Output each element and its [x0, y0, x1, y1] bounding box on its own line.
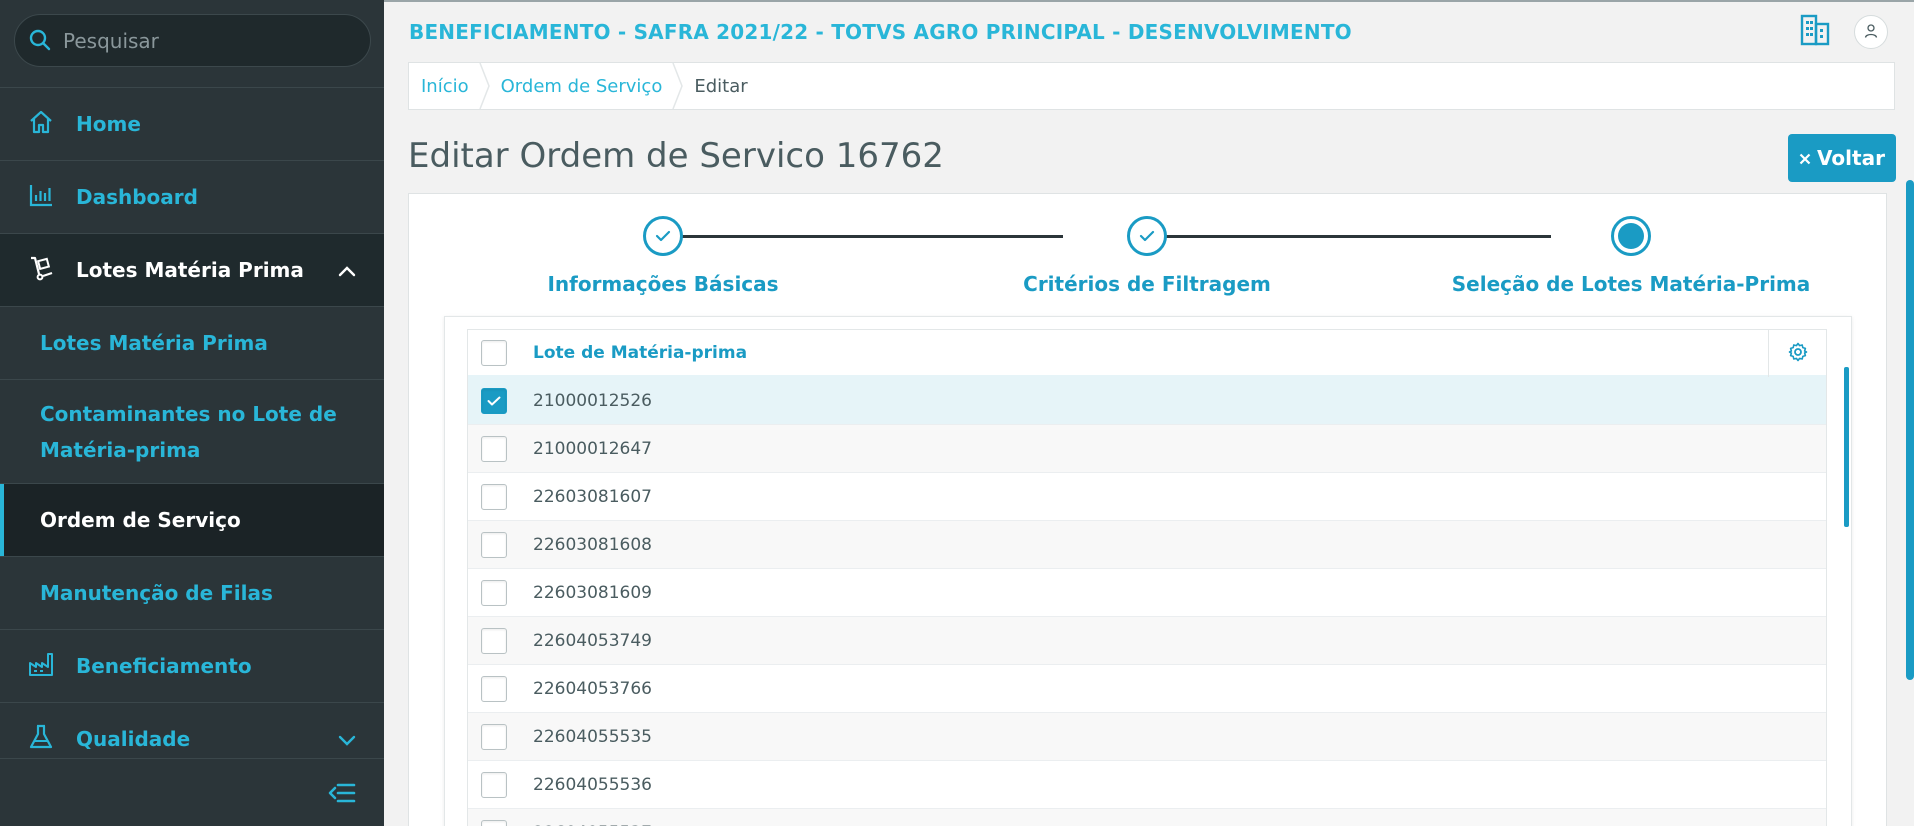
sidebar-item-home[interactable]: Home — [0, 87, 384, 160]
search-input[interactable] — [63, 15, 353, 66]
row-checkbox[interactable] — [481, 435, 507, 462]
chevron-down-icon — [338, 727, 356, 751]
row-checkbox[interactable] — [481, 579, 507, 606]
sidebar-item-label: Qualidade — [76, 727, 191, 751]
column-header-lote[interactable]: Lote de Matéria-prima — [533, 343, 747, 363]
stepper-connector — [663, 235, 1063, 238]
select-all-checkbox[interactable] — [481, 339, 507, 366]
search-icon — [29, 29, 51, 55]
gear-icon — [1788, 342, 1808, 366]
breadcrumb-label: Início — [421, 75, 469, 97]
lote-cell: 21000012647 — [533, 438, 652, 459]
sidebar-subitem-manutencao-de-filas[interactable]: Manutenção de Filas — [0, 556, 384, 629]
sidebar-item-label: Dashboard — [76, 185, 198, 209]
sidebar-subitem-contaminantes[interactable]: Contaminantes no Lote de Matéria-prima — [0, 379, 384, 483]
row-checkbox[interactable] — [481, 483, 507, 510]
table-row[interactable]: 22604053749 — [468, 617, 1826, 665]
lote-cell: 22604055537 — [533, 823, 652, 826]
lote-cell: 22603081607 — [533, 486, 652, 507]
page-scrollbar[interactable] — [1906, 180, 1914, 680]
table-row[interactable]: 22604055537 — [468, 809, 1826, 826]
check-icon — [487, 396, 501, 405]
lote-cell: 22604053749 — [533, 630, 652, 651]
row-checkbox[interactable] — [481, 627, 507, 654]
stepper-step-2[interactable] — [1127, 216, 1167, 256]
table-body: 21000012526 21000012647 22603081607 2260308… — [468, 377, 1826, 826]
back-button[interactable]: Voltar — [1788, 134, 1896, 182]
breadcrumb-item-ordem-de-servico[interactable]: Ordem de Serviço — [489, 63, 684, 109]
table-row[interactable]: 22603081607 — [468, 473, 1826, 521]
lote-cell: 22604055536 — [533, 774, 652, 795]
chevron-up-icon — [338, 258, 356, 282]
current-step-dot — [1618, 223, 1644, 249]
row-checkbox[interactable] — [481, 771, 507, 798]
check-icon — [1139, 227, 1155, 246]
user-icon — [1864, 23, 1878, 42]
factory-icon — [28, 651, 54, 682]
table-row[interactable]: 22604055535 — [468, 713, 1826, 761]
breadcrumb-label: Editar — [694, 75, 748, 97]
sidebar-subitem-label: Lotes Matéria Prima — [40, 331, 268, 355]
row-checkbox[interactable] — [481, 387, 507, 414]
table-row[interactable]: 22603081608 — [468, 521, 1826, 569]
sidebar-footer — [0, 758, 384, 826]
table-header: Lote de Matéria-prima — [468, 330, 1826, 377]
stepper-label: Informações Básicas — [547, 272, 779, 296]
sidebar-item-beneficiamento[interactable]: Beneficiamento — [0, 629, 384, 702]
row-checkbox[interactable] — [481, 531, 507, 558]
sidebar-subitem-label: Contaminantes no Lote de Matéria-prima — [40, 401, 337, 462]
sidebar-item-label: Beneficiamento — [76, 654, 252, 678]
sidebar-item-dashboard[interactable]: Dashboard — [0, 160, 384, 233]
page-title: Editar Ordem de Servico 16762 — [408, 136, 944, 176]
search-box — [14, 14, 371, 67]
flask-icon — [28, 724, 54, 755]
stepper-connector — [1147, 235, 1551, 238]
sidebar-subitem-label: Manutenção de Filas — [40, 581, 273, 605]
lote-cell: 22604055535 — [533, 726, 652, 747]
top-header: BENEFICIAMENTO - SAFRA 2021/22 - TOTVS A… — [384, 0, 1914, 64]
chart-icon — [28, 182, 54, 213]
breadcrumb: Início Ordem de Serviço Editar — [408, 62, 1895, 110]
close-icon — [1799, 146, 1811, 170]
sidebar-item-lotes-materia-prima[interactable]: Lotes Matéria Prima — [0, 233, 384, 306]
stepper-label: Critérios de Filtragem — [1023, 272, 1271, 296]
sidebar: Home Dashboard Lotes Matéria Prima Lotes… — [0, 0, 384, 826]
table-container: Lote de Matéria-prima 21000012526 2100001… — [444, 316, 1852, 826]
table-row[interactable]: 21000012647 — [468, 425, 1826, 473]
table-row[interactable]: 21000012526 — [468, 377, 1826, 425]
sidebar-subitem-lotes-materia-prima[interactable]: Lotes Matéria Prima — [0, 306, 384, 379]
sidebar-item-label: Home — [76, 112, 141, 136]
back-button-label: Voltar — [1817, 146, 1885, 170]
building-icon[interactable] — [1800, 14, 1830, 50]
check-icon — [655, 227, 671, 246]
lots-table: Lote de Matéria-prima 21000012526 2100001… — [467, 329, 1827, 826]
row-checkbox[interactable] — [481, 819, 507, 826]
user-avatar-button[interactable] — [1854, 15, 1888, 49]
row-checkbox[interactable] — [481, 675, 507, 702]
collapse-menu-icon[interactable] — [328, 781, 356, 809]
breadcrumb-label: Ordem de Serviço — [500, 75, 663, 97]
sidebar-subitem-label: Ordem de Serviço — [40, 508, 241, 532]
sidebar-subitem-ordem-de-servico[interactable]: Ordem de Serviço — [0, 483, 384, 556]
lote-cell: 22604053766 — [533, 678, 652, 699]
sidebar-item-label: Lotes Matéria Prima — [76, 258, 304, 282]
table-row[interactable]: 22603081609 — [468, 569, 1826, 617]
main-card: Informações Básicas Critérios de Filtrag… — [408, 193, 1887, 826]
breadcrumb-item-inicio[interactable]: Início — [409, 63, 490, 109]
table-row[interactable]: 22604053766 — [468, 665, 1826, 713]
stepper-step-3[interactable] — [1611, 216, 1651, 256]
stepper-step-1[interactable] — [643, 216, 683, 256]
table-row[interactable]: 22604055536 — [468, 761, 1826, 809]
table-scrollbar[interactable] — [1844, 367, 1849, 527]
table-settings-button[interactable] — [1768, 330, 1826, 377]
lote-cell: 21000012526 — [533, 390, 652, 411]
lote-cell: 22603081608 — [533, 534, 652, 555]
row-checkbox[interactable] — [481, 723, 507, 750]
hand-truck-icon — [28, 255, 54, 286]
stepper-label: Seleção de Lotes Matéria-Prima — [1451, 272, 1811, 296]
home-icon — [28, 109, 54, 140]
lote-cell: 22603081609 — [533, 582, 652, 603]
app-title: BENEFICIAMENTO - SAFRA 2021/22 - TOTVS A… — [409, 20, 1352, 44]
breadcrumb-item-editar: Editar — [682, 63, 767, 109]
